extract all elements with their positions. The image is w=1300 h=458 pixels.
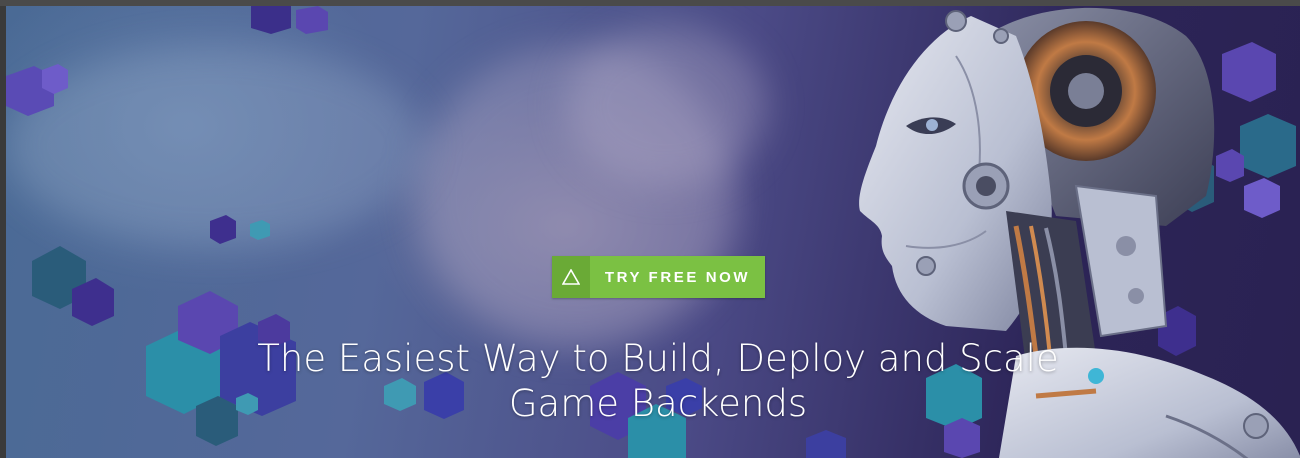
cube-small-pair (210, 215, 270, 244)
cube-cluster-top (251, 6, 328, 34)
try-free-now-button[interactable]: TRY FREE NOW (552, 256, 765, 298)
headline-line-1: The Easiest Way to Build, Deploy and Sca… (257, 337, 1059, 380)
hero-headline: The Easiest Way to Build, Deploy and Sca… (156, 336, 1160, 426)
cube-cluster-left (6, 64, 68, 116)
try-free-now-label: TRY FREE NOW (604, 268, 751, 286)
headline-line-2: Game Backends (508, 382, 808, 425)
hero-banner: TRY FREE NOW The Easiest Way to Build, D… (6, 6, 1300, 458)
triangle-icon (552, 256, 590, 298)
